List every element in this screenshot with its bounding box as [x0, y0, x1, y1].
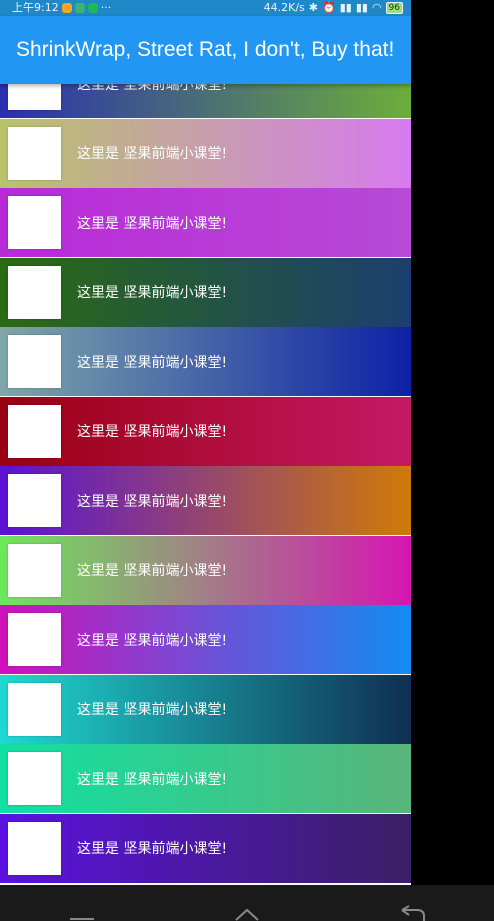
thumbnail-image [8, 126, 61, 180]
thumbnail-image [8, 613, 61, 666]
list-item[interactable]: 这里是 坚果前端小课堂! [0, 674, 411, 744]
list-item[interactable]: 这里是 坚果前端小课堂! [0, 744, 411, 813]
list-item-label: 这里是 坚果前端小课堂! [77, 215, 228, 232]
alarm-icon: ⏰ [322, 1, 336, 14]
list-item-label: 这里是 坚果前端小课堂! [77, 285, 228, 301]
list-item[interactable]: 这里是 坚果前端小课堂! [0, 188, 411, 257]
bluetooth-icon: ✱ [308, 1, 319, 14]
status-right: 44.2K/s ✱ ⏰ ▮▮ ▮▮ ◠ 96 [264, 0, 411, 16]
list-item[interactable]: 这里是 坚果前端小课堂! [0, 257, 411, 327]
wifi-icon: ◠ [371, 1, 382, 14]
notification-app-icon [61, 3, 72, 13]
thumbnail-image [8, 84, 61, 110]
recents-icon[interactable] [62, 885, 102, 921]
gradient-list[interactable]: 这里是 坚果前端小课堂! 这里是 坚果前端小课堂! 这里是 坚果前端小课堂! 这里是 … [0, 84, 411, 885]
list-item-label: 这里是 坚果前端小课堂! [77, 702, 228, 718]
list-item-label: 这里是 坚果前端小课堂! [77, 771, 228, 788]
signal-icon: ▮▮ [355, 1, 368, 14]
thumbnail-image [8, 543, 61, 597]
thumbnail-image [8, 474, 61, 527]
status-more: ··· [100, 1, 112, 14]
thumbnail-image [8, 752, 61, 805]
list-item-label: 这里是 坚果前端小课堂! [77, 354, 228, 371]
status-left: 上午9:12 ··· [0, 0, 111, 16]
thumbnail-image [8, 335, 61, 388]
network-speed: 44.2K/s [263, 1, 305, 14]
thumbnail-image [8, 265, 61, 319]
list-item-label: 这里是 坚果前端小课堂! [77, 493, 228, 510]
list-item-label: 这里是 坚果前端小课堂! [77, 84, 228, 93]
signal-icon: ▮▮ [339, 1, 352, 14]
list-item[interactable]: 这里是 坚果前端小课堂! [0, 605, 411, 674]
status-bar: 上午9:12 ··· 44.2K/s ✱ ⏰ ▮▮ ▮▮ ◠ 96 [0, 0, 411, 16]
thumbnail-image [8, 196, 61, 249]
notification-app-icon [74, 3, 85, 13]
list-item[interactable]: 这里是 坚果前端小课堂! [0, 466, 411, 535]
list-item-label: 这里是 坚果前端小课堂! [77, 632, 228, 649]
list-item[interactable]: 这里是 坚果前端小课堂! [0, 535, 411, 605]
home-icon[interactable] [227, 885, 267, 921]
thumbnail-image [8, 404, 61, 458]
list-item-label: 这里是 坚果前端小课堂! [77, 424, 228, 440]
status-time: 上午9:12 [12, 1, 59, 14]
list-item-label: 这里是 坚果前端小课堂! [77, 563, 228, 579]
app-bar: ShrinkWrap, Street Rat, I don't, Buy tha… [0, 16, 411, 84]
phone-screen: 上午9:12 ··· 44.2K/s ✱ ⏰ ▮▮ ▮▮ ◠ 96 Shrink… [0, 0, 411, 885]
list-item[interactable]: 这里是 坚果前端小课堂! [0, 327, 411, 396]
thumbnail-image [8, 682, 61, 736]
list-item-label: 这里是 坚果前端小课堂! [77, 841, 228, 857]
list-item[interactable]: 这里是 坚果前端小课堂! [0, 118, 411, 188]
navigation-bar [0, 885, 494, 921]
list-item[interactable]: 这里是 坚果前端小课堂! [0, 84, 411, 118]
notification-app-icon [87, 3, 98, 13]
list-item[interactable]: 这里是 坚果前端小课堂! [0, 813, 411, 883]
back-icon[interactable] [392, 885, 432, 921]
page-title: ShrinkWrap, Street Rat, I don't, Buy tha… [16, 38, 395, 61]
list-item[interactable]: 这里是 坚果前端小课堂! [0, 396, 411, 466]
battery-icon: 96 [385, 2, 403, 14]
list-item-label: 这里是 坚果前端小课堂! [77, 146, 228, 162]
thumbnail-image [8, 821, 61, 875]
